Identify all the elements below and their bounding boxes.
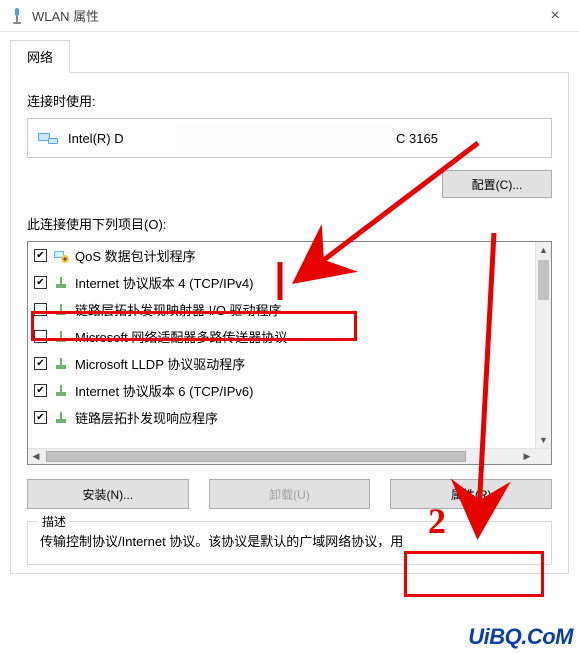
checkbox-icon[interactable]: ✔ [34,384,47,397]
list-item-label: Internet 协议版本 4 (TCP/IPv4) [75,273,253,292]
list-item-label: 链路层拓扑发现映射器 I/O 驱动程序 [75,300,282,319]
list-item-label: QoS 数据包计划程序 [75,246,196,265]
tab-network[interactable]: 网络 [10,40,70,73]
protocol-icon [53,329,69,345]
properties-button[interactable]: 属性(R) [390,479,552,509]
list-item[interactable]: Microsoft 网络适配器多路传送器协议 [28,323,535,350]
scroll-right-icon[interactable]: ▶ [519,449,535,464]
qos-icon [53,248,69,264]
list-item[interactable]: ✔ QoS 数据包计划程序 [28,242,535,269]
protocol-icon [53,302,69,318]
list-item[interactable]: ✔ Internet 协议版本 4 (TCP/IPv4) [28,269,535,296]
adapter-box: Intel(R) D C 3165 [27,118,552,158]
network-adapter-icon [38,130,58,146]
list-item[interactable]: ✔ 链路层拓扑发现响应程序 [28,404,535,431]
content-area: 网络 连接时使用: Intel(R) D C 3165 配置(C)... 此连接… [0,32,579,584]
configure-row: 配置(C)... [27,170,552,198]
protocol-icon [53,356,69,372]
close-button[interactable]: × [535,7,575,25]
checkbox-icon[interactable]: ✔ [34,249,47,262]
description-fieldset: 描述 传输控制协议/Internet 协议。该协议是默认的广域网络协议，用 [27,521,552,565]
checkbox-icon[interactable] [34,303,47,316]
list-item-label: Microsoft 网络适配器多路传送器协议 [75,327,287,346]
app-icon [8,7,26,25]
adapter-name-suffix: C 3165 [396,131,438,146]
window-title: WLAN 属性 [32,6,535,25]
checkbox-icon[interactable] [34,330,47,343]
adapter-name-masked [175,123,393,153]
tabstrip: 网络 [10,40,569,73]
hscroll-thumb[interactable] [46,451,466,462]
description-text: 传输控制协议/Internet 协议。该协议是默认的广域网络协议，用 [40,532,539,552]
list-inner: ✔ QoS 数据包计划程序 ✔ Internet 协议版本 4 (TCP/IPv… [28,242,535,448]
scroll-left-icon[interactable]: ◀ [28,449,44,464]
scroll-down-icon[interactable]: ▼ [536,432,551,448]
list-item[interactable]: ✔ Microsoft LLDP 协议驱动程序 [28,350,535,377]
tab-panel: 连接时使用: Intel(R) D C 3165 配置(C)... 此连接使用下… [10,73,569,574]
titlebar: WLAN 属性 × [0,0,579,32]
list-item-label: Microsoft LLDP 协议驱动程序 [75,354,245,373]
vertical-scrollbar[interactable]: ▲ ▼ [535,242,551,448]
checkbox-icon[interactable]: ✔ [34,357,47,370]
scroll-up-icon[interactable]: ▲ [536,242,551,258]
vscroll-thumb[interactable] [538,260,549,300]
watermark: UiBQ.CoM [468,624,573,650]
protocol-icon [53,410,69,426]
configure-button[interactable]: 配置(C)... [442,170,552,198]
checkbox-icon[interactable]: ✔ [34,411,47,424]
items-label: 此连接使用下列项目(O): [27,214,552,233]
checkbox-icon[interactable]: ✔ [34,276,47,289]
adapter-label: 连接时使用: [27,91,552,110]
horizontal-scrollbar[interactable]: ◀ ▶ [28,448,551,464]
list-item[interactable]: ✔ Internet 协议版本 6 (TCP/IPv6) [28,377,535,404]
list-item-label: Internet 协议版本 6 (TCP/IPv6) [75,381,253,400]
install-button[interactable]: 安装(N)... [27,479,189,509]
list-item-label: 链路层拓扑发现响应程序 [75,408,218,427]
protocol-icon [53,275,69,291]
scroll-corner [535,449,551,464]
description-legend: 描述 [38,513,70,530]
protocol-listbox[interactable]: ✔ QoS 数据包计划程序 ✔ Internet 协议版本 4 (TCP/IPv… [27,241,552,465]
list-item[interactable]: 链路层拓扑发现映射器 I/O 驱动程序 [28,296,535,323]
adapter-name-prefix: Intel(R) D [68,131,124,146]
protocol-icon [53,383,69,399]
action-buttons-row: 安装(N)... 卸载(U) 属性(R) [27,479,552,509]
hscroll-track[interactable] [44,449,519,464]
protocol-listbox-wrap: ✔ QoS 数据包计划程序 ✔ Internet 协议版本 4 (TCP/IPv… [27,241,552,465]
uninstall-button[interactable]: 卸载(U) [209,479,371,509]
